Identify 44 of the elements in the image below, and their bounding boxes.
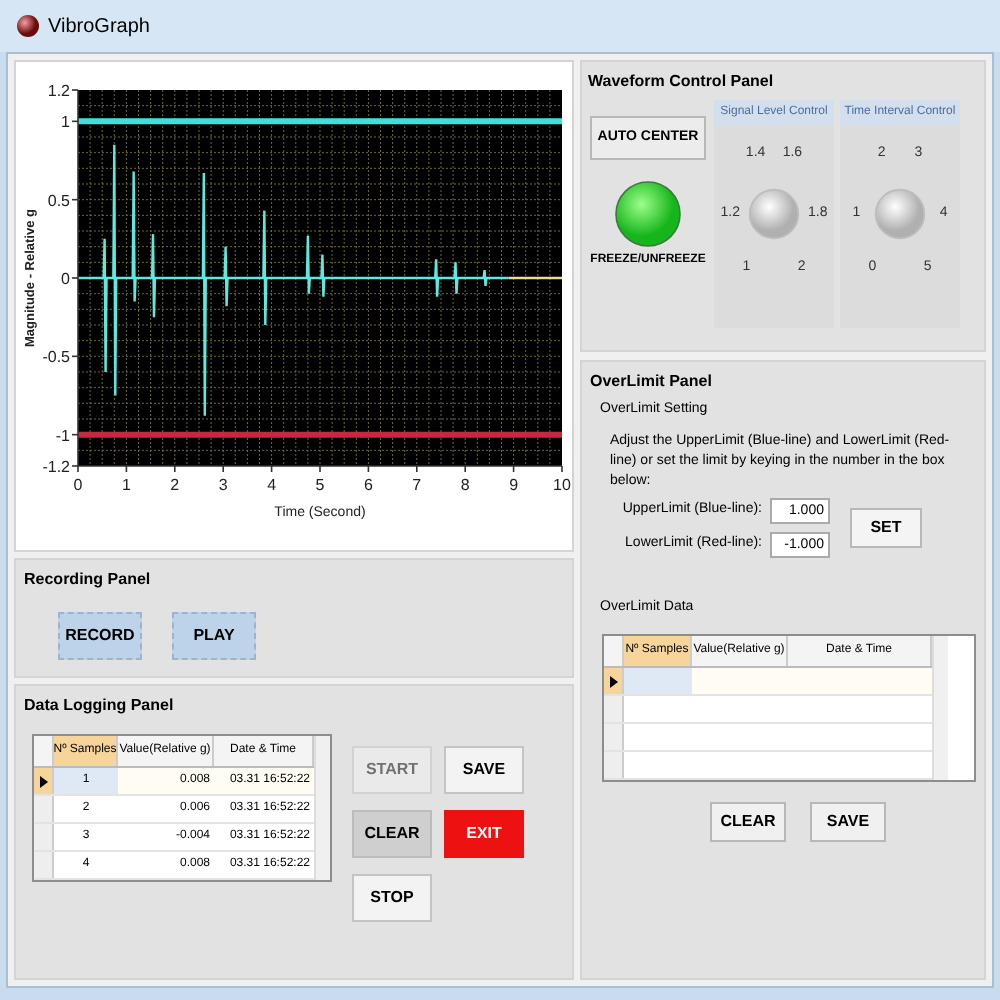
- window-title: VibroGraph: [48, 13, 150, 41]
- table-row[interactable]: [604, 696, 932, 724]
- y-tick-label: 1.2: [47, 82, 70, 100]
- set-button[interactable]: SET: [850, 507, 922, 547]
- y-tick-label: 1: [61, 113, 70, 132]
- row-pointer-icon: [609, 675, 617, 687]
- panel-button[interactable]: SAVE: [810, 802, 886, 842]
- log-button[interactable]: STOP: [352, 874, 432, 922]
- y-tick-label: -1.2: [42, 458, 70, 476]
- x-tick-label: 5: [315, 476, 325, 494]
- x-tick-label: 7: [412, 476, 422, 494]
- y-tick-label: 0.5: [47, 191, 70, 210]
- scrollbar[interactable]: [314, 736, 330, 880]
- x-tick-label: 9: [509, 476, 519, 494]
- y-tick-label: 0: [61, 270, 70, 288]
- x-tick-label: 3: [218, 476, 228, 494]
- x-tick-label: 10: [553, 476, 571, 494]
- scrollbar[interactable]: [932, 636, 948, 780]
- app-icon: [16, 14, 40, 38]
- x-tick-label: 0: [73, 476, 83, 494]
- record-button[interactable]: RECORD: [58, 612, 142, 660]
- y-tick-label: -1: [55, 426, 70, 445]
- panel-title: OverLimit Panel: [590, 370, 714, 394]
- panel-button[interactable]: CLEAR: [710, 802, 786, 842]
- rotary-knob[interactable]: [872, 186, 928, 242]
- x-tick-label: 6: [363, 476, 373, 494]
- log-button[interactable]: EXIT: [444, 810, 524, 858]
- x-tick-label: 8: [460, 476, 470, 494]
- log-button[interactable]: CLEAR: [352, 810, 432, 858]
- row-pointer-icon: [39, 775, 47, 787]
- freeze-toggle-button[interactable]: [613, 180, 682, 248]
- panel-title: Recording Panel: [24, 568, 153, 592]
- y-tick-label: -0.5: [42, 348, 70, 367]
- rotary-knob[interactable]: [746, 186, 802, 242]
- x-tick-label: 1: [121, 476, 131, 494]
- table-row[interactable]: [604, 668, 932, 696]
- table-row[interactable]: [604, 752, 932, 780]
- record-button[interactable]: PLAY: [172, 612, 256, 660]
- panel-title: Data Logging Panel: [24, 694, 176, 718]
- log-button[interactable]: SAVE: [444, 746, 524, 794]
- x-tick-label: 2: [170, 476, 180, 494]
- x-tick-label: 4: [267, 476, 277, 494]
- panel-title: Waveform Control Panel: [588, 70, 776, 94]
- table-row[interactable]: [604, 724, 932, 752]
